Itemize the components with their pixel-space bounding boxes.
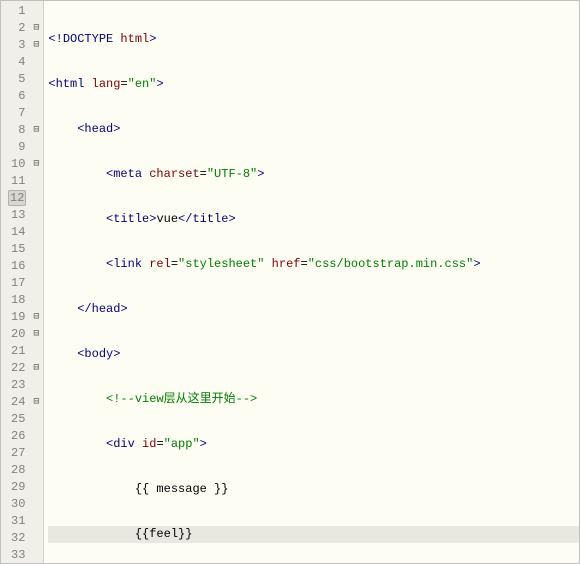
- fold-marker: [29, 343, 43, 360]
- fold-marker: [29, 462, 43, 479]
- fold-marker: [29, 3, 43, 20]
- line-number: 2: [9, 20, 25, 37]
- fold-toggle-icon[interactable]: ⊟: [29, 37, 43, 54]
- code-line: <head>: [48, 121, 579, 138]
- code-line: <link rel="stylesheet" href="css/bootstr…: [48, 256, 579, 273]
- fold-marker: [29, 513, 43, 530]
- fold-marker: [29, 411, 43, 428]
- line-number: 6: [9, 88, 25, 105]
- fold-marker: [29, 479, 43, 496]
- fold-toggle-icon[interactable]: ⊟: [29, 360, 43, 377]
- line-number: 18: [9, 292, 25, 309]
- code-line: <title>vue</title>: [48, 211, 579, 228]
- fold-marker: [29, 377, 43, 394]
- code-line: <!--view层从这里开始-->: [48, 391, 579, 408]
- fold-marker: [29, 139, 43, 156]
- line-number: 24: [9, 394, 25, 411]
- fold-marker: [29, 428, 43, 445]
- line-number: 14: [9, 224, 25, 241]
- fold-marker: [29, 54, 43, 71]
- fold-toggle-icon[interactable]: ⊟: [29, 394, 43, 411]
- line-number: 28: [9, 462, 25, 479]
- line-number: 7: [9, 105, 25, 122]
- line-number: 33: [9, 547, 25, 564]
- line-number: 19: [9, 309, 25, 326]
- fold-marker: [29, 207, 43, 224]
- fold-marker: [29, 445, 43, 462]
- line-number: 11: [9, 173, 25, 190]
- fold-marker: [29, 173, 43, 190]
- fold-marker: [29, 105, 43, 122]
- code-line: {{ message }}: [48, 481, 579, 498]
- fold-marker: [29, 292, 43, 309]
- line-number-column: 1 2 3 4 5 6 7 8 9 10 11 12 13 14 15 16 1…: [1, 3, 29, 561]
- code-line: </head>: [48, 301, 579, 318]
- line-number: 31: [9, 513, 25, 530]
- line-number: 12: [9, 190, 25, 207]
- code-line: <html lang="en">: [48, 76, 579, 93]
- line-number: 30: [9, 496, 25, 513]
- fold-toggle-icon[interactable]: ⊟: [29, 156, 43, 173]
- line-number: 25: [9, 411, 25, 428]
- line-number: 1: [9, 3, 25, 20]
- fold-toggle-icon[interactable]: ⊟: [29, 20, 43, 37]
- line-number: 8: [9, 122, 25, 139]
- line-number: 23: [9, 377, 25, 394]
- line-number: 32: [9, 530, 25, 547]
- line-number: 22: [9, 360, 25, 377]
- line-number: 13: [9, 207, 25, 224]
- line-number: 3: [9, 37, 25, 54]
- code-line: <div id="app">: [48, 436, 579, 453]
- gutter: 1 2 3 4 5 6 7 8 9 10 11 12 13 14 15 16 1…: [1, 1, 44, 563]
- line-number: 10: [9, 156, 25, 173]
- fold-marker: [29, 275, 43, 292]
- line-number: 20: [9, 326, 25, 343]
- fold-marker: [29, 190, 43, 207]
- line-number: 4: [9, 54, 25, 71]
- fold-toggle-icon[interactable]: ⊟: [29, 326, 43, 343]
- line-number: 15: [9, 241, 25, 258]
- code-line: <body>: [48, 346, 579, 363]
- line-number: 21: [9, 343, 25, 360]
- fold-marker: [29, 547, 43, 564]
- fold-column: ⊟ ⊟ ⊟ ⊟ ⊟ ⊟ ⊟ ⊟: [29, 3, 43, 561]
- code-line: <meta charset="UTF-8">: [48, 166, 579, 183]
- fold-marker: [29, 496, 43, 513]
- code-editor: 1 2 3 4 5 6 7 8 9 10 11 12 13 14 15 16 1…: [0, 0, 580, 564]
- code-line-active: {{feel}}: [48, 526, 579, 543]
- fold-marker: [29, 224, 43, 241]
- fold-toggle-icon[interactable]: ⊟: [29, 309, 43, 326]
- fold-marker: [29, 88, 43, 105]
- line-number: 5: [9, 71, 25, 88]
- line-number: 9: [9, 139, 25, 156]
- line-number: 26: [9, 428, 25, 445]
- line-number: 27: [9, 445, 25, 462]
- code-line: <!DOCTYPE html>: [48, 31, 579, 48]
- fold-marker: [29, 530, 43, 547]
- fold-marker: [29, 241, 43, 258]
- code-content[interactable]: <!DOCTYPE html> <html lang="en"> <head> …: [44, 1, 579, 563]
- line-number: 17: [9, 275, 25, 292]
- fold-marker: [29, 258, 43, 275]
- fold-marker: [29, 71, 43, 88]
- line-number: 16: [9, 258, 25, 275]
- fold-toggle-icon[interactable]: ⊟: [29, 122, 43, 139]
- line-number: 29: [9, 479, 25, 496]
